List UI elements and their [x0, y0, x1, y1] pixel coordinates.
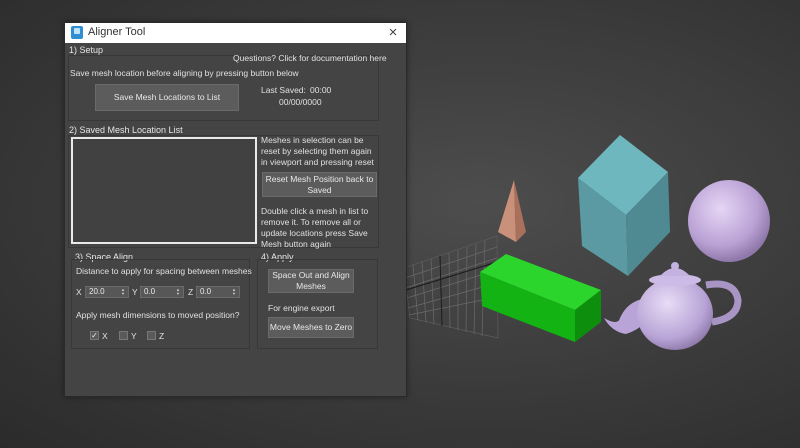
y-distance-spinner[interactable]: 0.0 ▲ ▼: [140, 286, 184, 298]
sphere-mesh[interactable]: [688, 180, 770, 262]
aligner-tool-window: Aligner Tool × 1) Setup Questions? Click…: [64, 22, 407, 397]
cone-mesh[interactable]: [498, 180, 526, 242]
window-title: Aligner Tool: [88, 26, 146, 38]
reset-help-text: Meshes in selection can be reset by sele…: [261, 135, 374, 167]
title-bar: Aligner Tool ×: [65, 23, 406, 43]
x-distance-value: 20.0: [89, 287, 105, 296]
space-out-align-button[interactable]: Space Out and Align Meshes: [268, 269, 354, 293]
engine-export-label: For engine export: [268, 303, 335, 313]
checkbox-z-label: Z: [159, 331, 165, 341]
setup-group-label: 1) Setup: [69, 45, 104, 55]
spinner-arrows-icon[interactable]: ▲ ▼: [121, 288, 126, 296]
move-meshes-to-zero-button[interactable]: Move Meshes to Zero: [268, 317, 354, 338]
checkbox-y-label: Y: [131, 331, 137, 341]
apply-dimensions-label: Apply mesh dimensions to moved position?: [76, 310, 240, 320]
spinner-arrows-icon[interactable]: ▲ ▼: [176, 288, 181, 296]
x-axis-label: X: [76, 287, 82, 297]
saved-list-group-label: 2) Saved Mesh Location List: [69, 125, 183, 135]
documentation-link[interactable]: Questions? Click for documentation here: [233, 53, 387, 63]
app-icon: [71, 26, 83, 39]
checkbox-z[interactable]: [147, 331, 156, 340]
checkbox-x-label: X: [102, 331, 108, 341]
distance-label: Distance to apply for spacing between me…: [76, 266, 252, 276]
reset-mesh-position-button[interactable]: Reset Mesh Position back to Saved: [262, 172, 377, 197]
remove-help-text: Double click a mesh in list to remove it…: [261, 206, 369, 249]
y-distance-value: 0.0: [144, 287, 156, 296]
last-saved-time: 00:00: [310, 85, 332, 95]
teapot-mesh[interactable]: [604, 262, 742, 350]
y-axis-label: Y: [132, 287, 138, 297]
box-mesh[interactable]: [578, 135, 670, 276]
close-button[interactable]: ×: [384, 24, 402, 42]
checkbox-y[interactable]: [119, 331, 128, 340]
setup-instruction: Save mesh location before aligning by pr…: [70, 68, 299, 78]
spinner-arrows-icon[interactable]: ▲ ▼: [232, 288, 237, 296]
z-distance-value: 0.0: [200, 287, 212, 296]
z-axis-label: Z: [188, 287, 194, 297]
saved-mesh-listbox[interactable]: [71, 137, 257, 244]
last-saved-date: 00/00/0000: [279, 97, 322, 107]
save-mesh-locations-button[interactable]: Save Mesh Locations to List: [95, 84, 239, 111]
x-distance-spinner[interactable]: 20.0 ▲ ▼: [85, 286, 129, 298]
checkbox-x[interactable]: ✓: [90, 331, 99, 340]
last-saved-label: Last Saved:: [261, 85, 306, 95]
z-distance-spinner[interactable]: 0.0 ▲ ▼: [196, 286, 240, 298]
